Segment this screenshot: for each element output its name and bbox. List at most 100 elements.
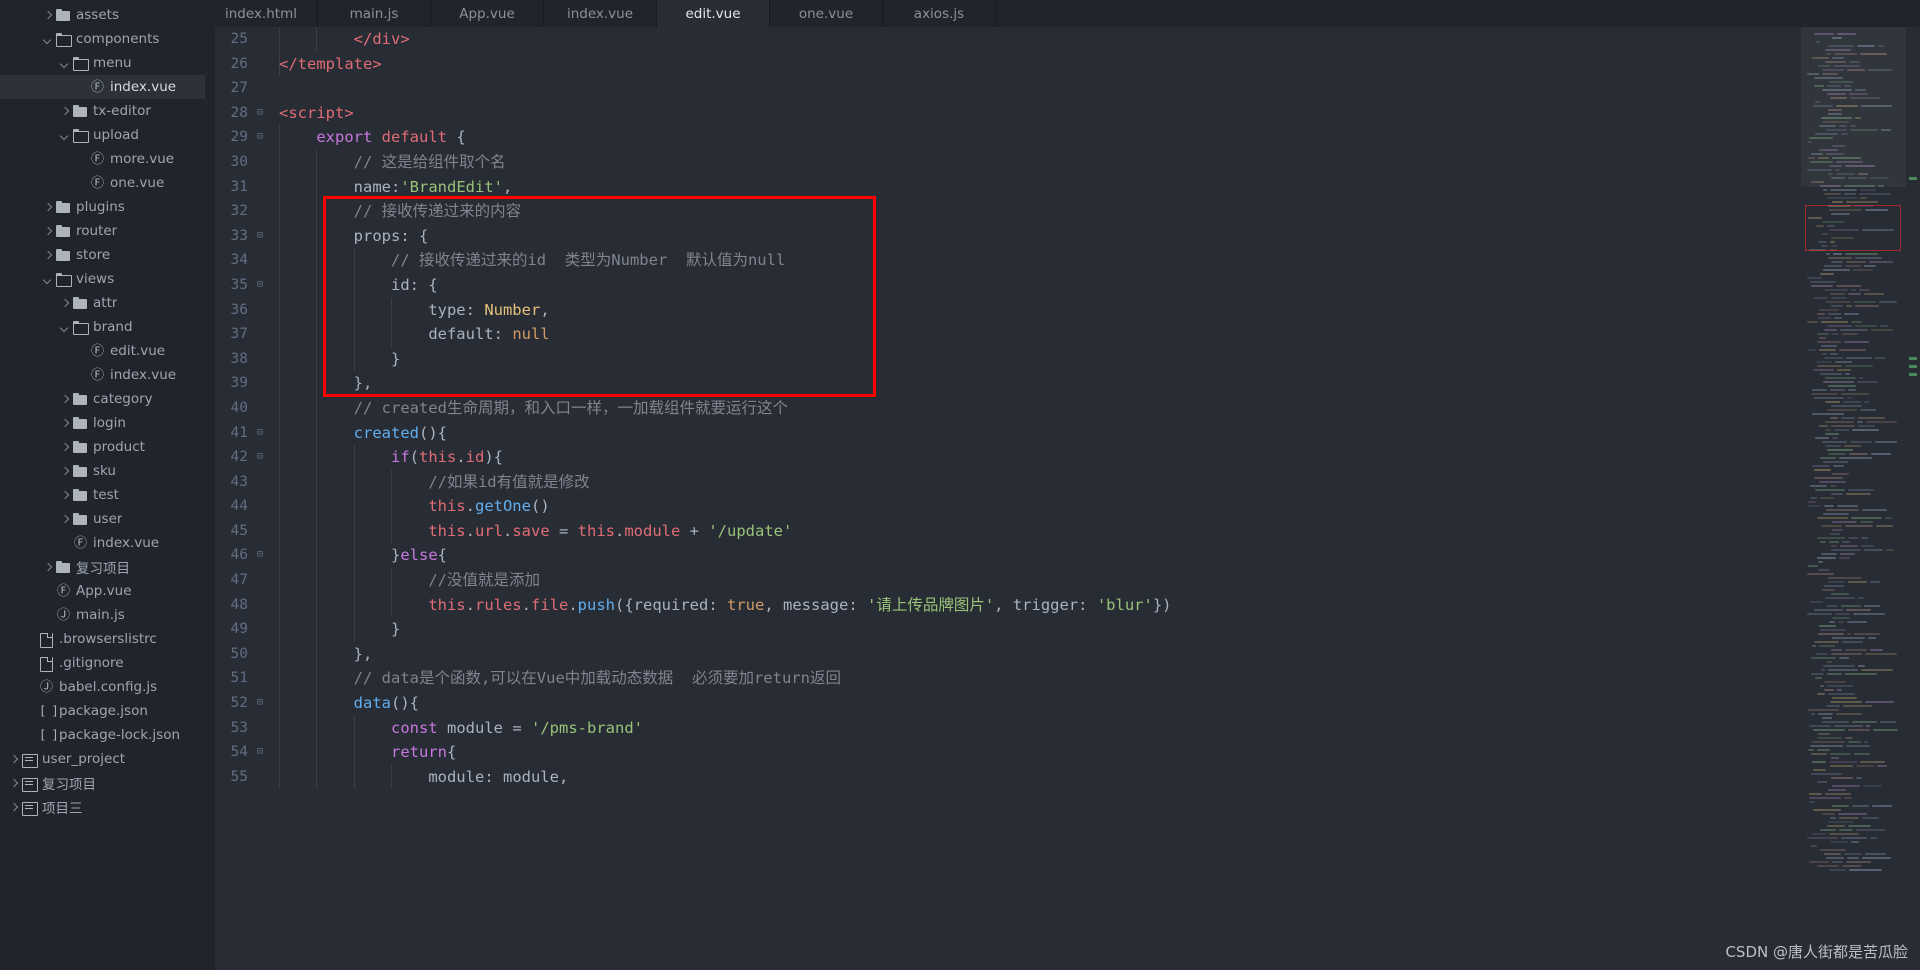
chevron-down-icon[interactable] [59,130,70,141]
tree-item-package-lock.json[interactable]: package-lock.json [0,723,205,747]
code-line[interactable]: 36 type: Number, [205,297,1920,323]
fold-toggle-icon[interactable]: ⊟ [254,421,266,446]
tree-item-tx-editor[interactable]: tx-editor [0,99,205,123]
tree-item-menu[interactable]: menu [0,51,205,75]
editor-tab-App-vue[interactable]: App.vue [431,0,544,27]
tree-item-product[interactable]: product [0,435,205,459]
tree-item-package.json[interactable]: package.json [0,699,205,723]
minimap-viewport-slider[interactable] [1801,27,1906,187]
vertical-scrollbar[interactable] [1906,27,1920,970]
code-line[interactable]: 31 name:'BrandEdit', [205,174,1920,200]
chevron-down-icon[interactable] [42,34,53,45]
fold-toggle-icon[interactable]: ⊟ [254,740,266,765]
fold-toggle-icon[interactable]: ⊟ [254,224,266,249]
chevron-right-icon[interactable] [59,298,70,309]
chevron-down-icon[interactable] [59,58,70,69]
tree-item-user[interactable]: user [0,507,205,531]
tree-item-.browserslistrc[interactable]: .browserslistrc [0,627,205,651]
code-line[interactable]: 44 this.getOne() [205,494,1920,519]
tree-item-assets[interactable]: assets [0,3,205,27]
editor-tab-index-vue[interactable]: index.vue [544,0,657,27]
code-editor-content[interactable]: 25 </div> 26 </template> 27 28 ⊟ <script> 29 ⊟ e… [205,27,1920,970]
tree-item-App.vue[interactable]: App.vue [0,579,205,603]
tree-item-main.js[interactable]: main.js [0,603,205,627]
tree-item-views[interactable]: views [0,267,205,291]
chevron-down-icon[interactable] [42,274,53,285]
chevron-right-icon[interactable] [8,778,19,789]
editor-tab-axios-js[interactable]: axios.js [883,0,996,27]
code-line[interactable]: 46 ⊟ }else{ [205,543,1920,569]
fold-toggle-icon[interactable]: ⊟ [254,691,266,716]
code-line[interactable]: 38 } [205,346,1920,372]
code-line[interactable]: 37 default: null [205,322,1920,347]
editor-tab-one-vue[interactable]: one.vue [770,0,883,27]
fold-toggle-icon[interactable]: ⊟ [254,101,266,126]
editor-tab-index-html[interactable]: index.html [205,0,318,27]
tree-item-sku[interactable]: sku [0,459,205,483]
chevron-right-icon[interactable] [59,514,70,525]
code-line[interactable]: 48 this.rules.file.push({required: true,… [205,592,1920,618]
code-lines[interactable]: 25 </div> 26 </template> 27 28 ⊟ <script> 29 ⊟ e… [205,27,1920,790]
fold-toggle-icon[interactable]: ⊟ [254,445,266,470]
code-line[interactable]: 47 //没值就是添加 [205,568,1920,593]
chevron-right-icon[interactable] [59,490,70,501]
code-line[interactable]: 43 //如果id有值就是修改 [205,469,1920,495]
tree-item-brand[interactable]: brand [0,315,205,339]
tree-item-index.vue[interactable]: index.vue [0,75,205,99]
tree-item-plugins[interactable]: plugins [0,195,205,219]
tree-item-user_project[interactable]: user_project [0,747,205,771]
file-explorer-sidebar[interactable]: assets components menu index.vue tx-editor up… [0,0,205,970]
tree-item-.gitignore[interactable]: .gitignore [0,651,205,675]
tree-item-more.vue[interactable]: more.vue [0,147,205,171]
chevron-right-icon[interactable] [59,418,70,429]
chevron-right-icon[interactable] [42,250,53,261]
code-line[interactable]: 30 // 这是给组件取个名 [205,149,1920,175]
code-line[interactable]: 26 </template> [205,51,1920,77]
editor-tab-bar[interactable]: index.html main.js App.vue index.vue edit.vu… [205,0,1920,27]
fold-toggle-icon[interactable]: ⊟ [254,125,266,150]
code-line[interactable]: 27 [205,76,1920,101]
tree-item-edit.vue[interactable]: edit.vue [0,339,205,363]
tree-item-login[interactable]: login [0,411,205,435]
code-line[interactable]: 33 ⊟ props: { [205,223,1920,249]
tree-item-upload[interactable]: upload [0,123,205,147]
tree-item-index.vue[interactable]: index.vue [0,363,205,387]
code-line[interactable]: 41 ⊟ created(){ [205,420,1920,446]
code-line[interactable]: 40 // created生命周期，和入口一样，一加载组件就要运行这个 [205,395,1920,421]
tree-item-store[interactable]: store [0,243,205,267]
chevron-down-icon[interactable] [59,322,70,333]
tree-item-components[interactable]: components [0,27,205,51]
tree-item-router[interactable]: router [0,219,205,243]
chevron-right-icon[interactable] [59,106,70,117]
code-line[interactable]: 50 }, [205,641,1920,667]
chevron-right-icon[interactable] [8,754,19,765]
chevron-right-icon[interactable] [42,10,53,21]
code-line[interactable]: 51 // data是个函数,可以在Vue中加载动态数据 必须要加return返… [205,666,1920,692]
chevron-right-icon[interactable] [42,202,53,213]
code-line[interactable]: 49 } [205,617,1920,642]
code-line[interactable]: 53 const module = '/pms-brand' [205,715,1920,741]
tree-item-[interactable]: 复习项目 [0,555,205,579]
code-line[interactable]: 45 this.url.save = this.module + '/updat… [205,518,1920,544]
editor-tab-main-js[interactable]: main.js [318,0,431,27]
chevron-right-icon[interactable] [8,802,19,813]
tree-item-category[interactable]: category [0,387,205,411]
chevron-right-icon[interactable] [59,466,70,477]
code-line[interactable]: 25 </div> [205,27,1920,52]
tree-item-test[interactable]: test [0,483,205,507]
code-line[interactable]: 29 ⊟ export default { [205,125,1920,150]
chevron-right-icon[interactable] [59,394,70,405]
code-line[interactable]: 52 ⊟ data(){ [205,691,1920,716]
code-line[interactable]: 55 module: module, [205,764,1920,790]
code-line[interactable]: 28 ⊟ <script> [205,101,1920,126]
chevron-right-icon[interactable] [42,562,53,573]
chevron-right-icon[interactable] [42,226,53,237]
tree-item-[interactable]: 项目三 [0,795,205,819]
code-line[interactable]: 54 ⊟ return{ [205,740,1920,765]
tree-item-attr[interactable]: attr [0,291,205,315]
tree-item-[interactable]: 复习项目 [0,771,205,795]
code-line[interactable]: 35 ⊟ id: { [205,272,1920,298]
chevron-right-icon[interactable] [59,442,70,453]
code-line[interactable]: 32 // 接收传递过来的内容 [205,199,1920,224]
editor-tab-edit-vue[interactable]: edit.vue [657,0,770,27]
